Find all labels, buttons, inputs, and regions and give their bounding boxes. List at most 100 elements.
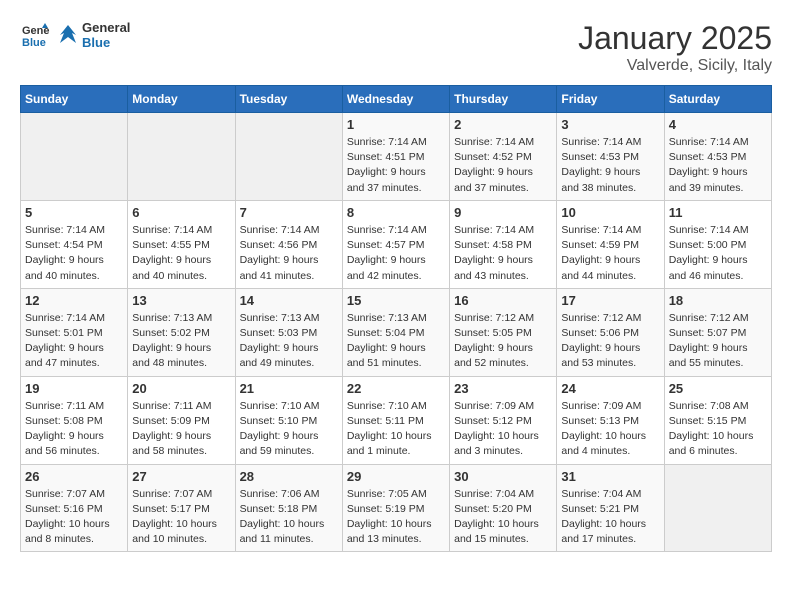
calendar-cell: 13Sunrise: 7:13 AM Sunset: 5:02 PM Dayli… [128, 288, 235, 376]
weekday-wednesday: Wednesday [342, 86, 449, 113]
day-number: 3 [561, 117, 659, 132]
day-number: 5 [25, 205, 123, 220]
day-info: Sunrise: 7:09 AM Sunset: 5:13 PM Dayligh… [561, 399, 659, 460]
day-info: Sunrise: 7:14 AM Sunset: 5:00 PM Dayligh… [669, 223, 767, 284]
weekday-monday: Monday [128, 86, 235, 113]
weekday-sunday: Sunday [21, 86, 128, 113]
day-number: 16 [454, 293, 552, 308]
day-number: 30 [454, 469, 552, 484]
day-number: 31 [561, 469, 659, 484]
day-number: 25 [669, 381, 767, 396]
day-info: Sunrise: 7:09 AM Sunset: 5:12 PM Dayligh… [454, 399, 552, 460]
day-info: Sunrise: 7:14 AM Sunset: 4:57 PM Dayligh… [347, 223, 445, 284]
calendar-cell: 1 Sunrise: 7:14 AM Sunset: 4:51 PM Daylig… [342, 113, 449, 201]
day-info: Sunrise: 7:14 AM Sunset: 4:55 PM Dayligh… [132, 223, 230, 284]
calendar-cell: 19 Sunrise: 7:11 AM Sunset: 5:08 PM Dayli… [21, 376, 128, 464]
title-section: January 2025 Valverde, Sicily, Italy [578, 20, 772, 75]
calendar-cell: 31 Sunrise: 7:04 AM Sunset: 5:21 PM Dayli… [557, 464, 664, 552]
day-info: Sunrise: 7:14 AM Sunset: 4:58 PM Dayligh… [454, 223, 552, 284]
day-info: Sunrise: 7:07 AM Sunset: 5:16 PM Dayligh… [25, 487, 123, 548]
week-row-3: 12 Sunrise: 7:14 AM Sunset: 5:01 PM Dayli… [21, 288, 772, 376]
calendar-cell: 18 Sunrise: 7:12 AM Sunset: 5:07 PM Dayli… [664, 288, 771, 376]
day-info: Sunrise: 7:11 AM Sunset: 5:08 PM Dayligh… [25, 399, 123, 460]
day-number: 17 [561, 293, 659, 308]
day-number: 29 [347, 469, 445, 484]
day-number: 8 [347, 205, 445, 220]
calendar-cell: 21 Sunrise: 7:10 AM Sunset: 5:10 PM Dayli… [235, 376, 342, 464]
calendar-cell: 7 Sunrise: 7:14 AM Sunset: 4:56 PM Daylig… [235, 200, 342, 288]
weekday-saturday: Saturday [664, 86, 771, 113]
calendar-cell [128, 113, 235, 201]
calendar-cell: 27Sunrise: 7:07 AM Sunset: 5:17 PM Dayli… [128, 464, 235, 552]
calendar-cell: 22 Sunrise: 7:10 AM Sunset: 5:11 PM Dayli… [342, 376, 449, 464]
day-info: Sunrise: 7:12 AM Sunset: 5:05 PM Dayligh… [454, 311, 552, 372]
day-info: Sunrise: 7:04 AM Sunset: 5:21 PM Dayligh… [561, 487, 659, 548]
week-row-5: 26 Sunrise: 7:07 AM Sunset: 5:16 PM Dayli… [21, 464, 772, 552]
day-info: Sunrise: 7:14 AM Sunset: 4:56 PM Dayligh… [240, 223, 338, 284]
calendar-cell: 12 Sunrise: 7:14 AM Sunset: 5:01 PM Dayli… [21, 288, 128, 376]
day-number: 22 [347, 381, 445, 396]
day-number: 18 [669, 293, 767, 308]
day-number: 7 [240, 205, 338, 220]
calendar-cell: 6Sunrise: 7:14 AM Sunset: 4:55 PM Daylig… [128, 200, 235, 288]
day-info: Sunrise: 7:10 AM Sunset: 5:11 PM Dayligh… [347, 399, 445, 460]
day-info: Sunrise: 7:13 AM Sunset: 5:04 PM Dayligh… [347, 311, 445, 372]
day-info: Sunrise: 7:14 AM Sunset: 4:53 PM Dayligh… [561, 135, 659, 196]
calendar-cell: 10Sunrise: 7:14 AM Sunset: 4:59 PM Dayli… [557, 200, 664, 288]
day-number: 12 [25, 293, 123, 308]
day-number: 19 [25, 381, 123, 396]
calendar-cell: 11Sunrise: 7:14 AM Sunset: 5:00 PM Dayli… [664, 200, 771, 288]
svg-text:Blue: Blue [22, 37, 46, 49]
day-info: Sunrise: 7:05 AM Sunset: 5:19 PM Dayligh… [347, 487, 445, 548]
calendar-body: 1 Sunrise: 7:14 AM Sunset: 4:51 PM Daylig… [21, 113, 772, 552]
calendar-cell [21, 113, 128, 201]
calendar-cell: 4Sunrise: 7:14 AM Sunset: 4:53 PM Daylig… [664, 113, 771, 201]
day-info: Sunrise: 7:14 AM Sunset: 4:52 PM Dayligh… [454, 135, 552, 196]
logo-line1: General [82, 20, 130, 35]
day-info: Sunrise: 7:14 AM Sunset: 4:59 PM Dayligh… [561, 223, 659, 284]
logo: General Blue General Blue [20, 20, 130, 50]
calendar-header: SundayMondayTuesdayWednesdayThursdayFrid… [21, 86, 772, 113]
calendar-cell: 30 Sunrise: 7:04 AM Sunset: 5:20 PM Dayli… [450, 464, 557, 552]
day-number: 21 [240, 381, 338, 396]
day-number: 24 [561, 381, 659, 396]
day-info: Sunrise: 7:14 AM Sunset: 4:51 PM Dayligh… [347, 135, 445, 196]
calendar-cell: 8 Sunrise: 7:14 AM Sunset: 4:57 PM Daylig… [342, 200, 449, 288]
weekday-tuesday: Tuesday [235, 86, 342, 113]
calendar-cell: 16 Sunrise: 7:12 AM Sunset: 5:05 PM Dayli… [450, 288, 557, 376]
day-number: 1 [347, 117, 445, 132]
location-subtitle: Valverde, Sicily, Italy [578, 57, 772, 75]
calendar-cell: 24 Sunrise: 7:09 AM Sunset: 5:13 PM Dayli… [557, 376, 664, 464]
day-info: Sunrise: 7:12 AM Sunset: 5:07 PM Dayligh… [669, 311, 767, 372]
calendar-cell: 17 Sunrise: 7:12 AM Sunset: 5:06 PM Dayli… [557, 288, 664, 376]
weekday-friday: Friday [557, 86, 664, 113]
day-info: Sunrise: 7:10 AM Sunset: 5:10 PM Dayligh… [240, 399, 338, 460]
week-row-4: 19 Sunrise: 7:11 AM Sunset: 5:08 PM Dayli… [21, 376, 772, 464]
day-number: 4 [669, 117, 767, 132]
day-info: Sunrise: 7:14 AM Sunset: 4:54 PM Dayligh… [25, 223, 123, 284]
weekday-header-row: SundayMondayTuesdayWednesdayThursdayFrid… [21, 86, 772, 113]
calendar-cell: 23Sunrise: 7:09 AM Sunset: 5:12 PM Dayli… [450, 376, 557, 464]
day-info: Sunrise: 7:13 AM Sunset: 5:02 PM Dayligh… [132, 311, 230, 372]
calendar-cell: 28Sunrise: 7:06 AM Sunset: 5:18 PM Dayli… [235, 464, 342, 552]
month-title: January 2025 [578, 20, 772, 57]
calendar-cell [664, 464, 771, 552]
day-info: Sunrise: 7:12 AM Sunset: 5:06 PM Dayligh… [561, 311, 659, 372]
day-info: Sunrise: 7:11 AM Sunset: 5:09 PM Dayligh… [132, 399, 230, 460]
calendar-cell: 29 Sunrise: 7:05 AM Sunset: 5:19 PM Dayli… [342, 464, 449, 552]
calendar-table: SundayMondayTuesdayWednesdayThursdayFrid… [20, 85, 772, 552]
calendar-cell: 14Sunrise: 7:13 AM Sunset: 5:03 PM Dayli… [235, 288, 342, 376]
calendar-cell: 9 Sunrise: 7:14 AM Sunset: 4:58 PM Daylig… [450, 200, 557, 288]
week-row-2: 5 Sunrise: 7:14 AM Sunset: 4:54 PM Daylig… [21, 200, 772, 288]
day-number: 26 [25, 469, 123, 484]
day-number: 9 [454, 205, 552, 220]
logo-bird-icon [54, 21, 82, 49]
day-number: 27 [132, 469, 230, 484]
day-info: Sunrise: 7:14 AM Sunset: 5:01 PM Dayligh… [25, 311, 123, 372]
day-info: Sunrise: 7:04 AM Sunset: 5:20 PM Dayligh… [454, 487, 552, 548]
day-number: 15 [347, 293, 445, 308]
calendar-cell: 20Sunrise: 7:11 AM Sunset: 5:09 PM Dayli… [128, 376, 235, 464]
page-header: General Blue General Blue January 2025 V… [20, 20, 772, 75]
calendar-cell: 2Sunrise: 7:14 AM Sunset: 4:52 PM Daylig… [450, 113, 557, 201]
logo-icon: General Blue [20, 20, 50, 50]
